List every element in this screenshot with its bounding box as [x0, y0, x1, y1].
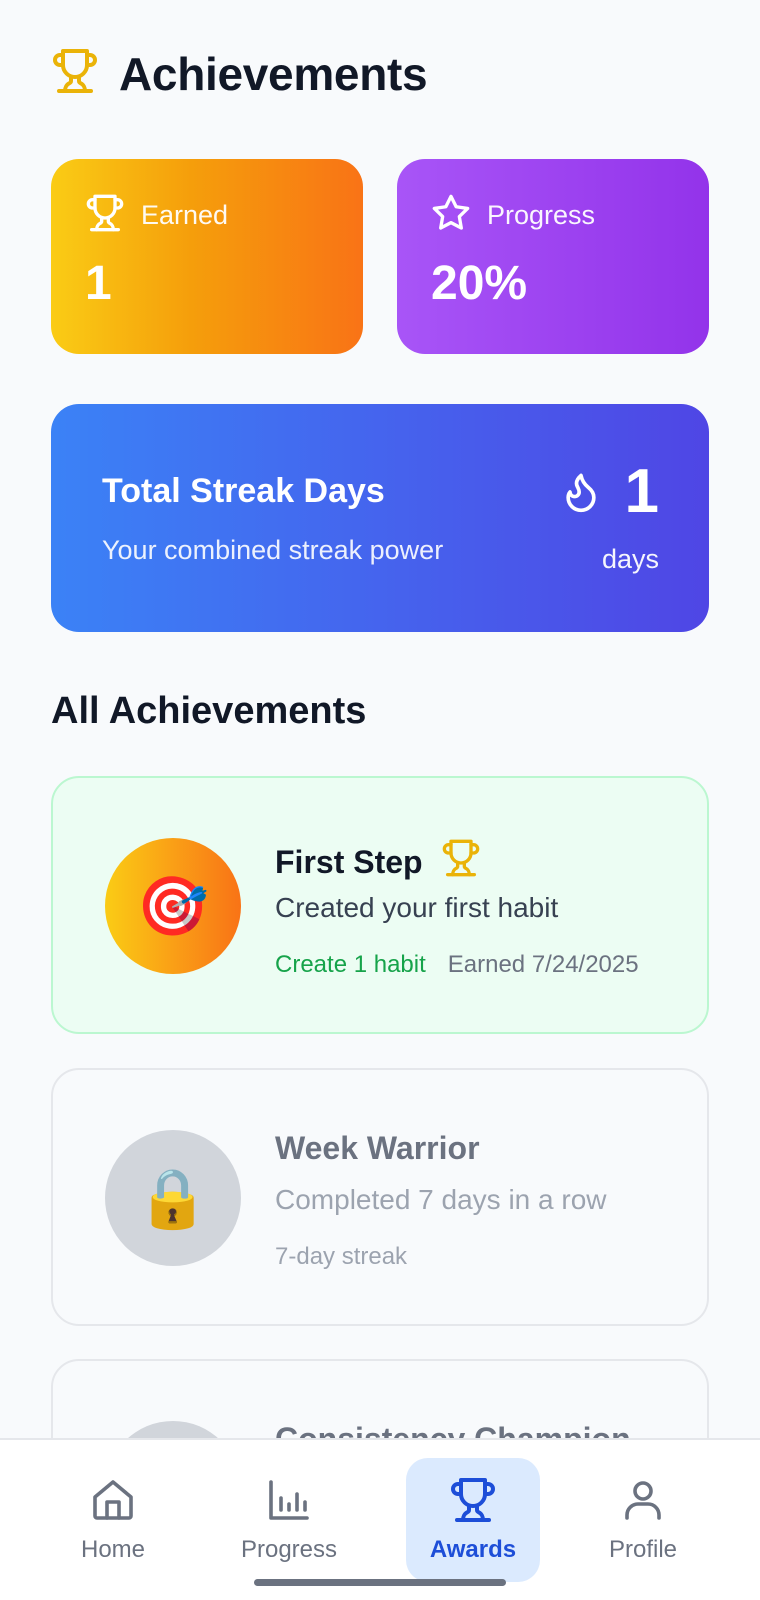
nav-profile-label: Profile	[608, 1536, 678, 1563]
streak-subtitle: Your combined streak power	[102, 535, 444, 565]
streak-title: Total Streak Days	[102, 472, 385, 510]
achievement-meta: 7-day streak	[275, 1243, 407, 1271]
streak-unit: days	[601, 544, 659, 574]
achievement-card-first-step[interactable]: 🎯 First Step Created your first habit Cr…	[51, 776, 709, 1034]
nav-home[interactable]: Home	[46, 1458, 180, 1582]
nav-awards[interactable]: Awards	[406, 1458, 540, 1582]
flame-icon	[566, 473, 596, 513]
achievement-title-text: First Step	[275, 843, 423, 880]
earned-label: Earned	[141, 200, 229, 230]
streak-value: 1	[624, 457, 659, 526]
achievements-screen: Achievements Earned 1 Progress 20% Total…	[0, 0, 760, 1600]
bar-chart-icon	[269, 1480, 309, 1520]
achievement-description: Created your first habit	[275, 892, 559, 923]
nav-home-label: Home	[80, 1536, 146, 1563]
achievement-earned-date: Earned 7/24/2025	[447, 951, 639, 978]
trophy-icon	[85, 193, 125, 238]
nav-awards-label: Awards	[429, 1536, 517, 1563]
page-header: Achievements	[51, 46, 428, 101]
achievement-title: Week Warrior	[275, 1130, 480, 1167]
achievement-requirement: 7-day streak	[275, 1243, 408, 1270]
nav-profile[interactable]: Profile	[576, 1458, 710, 1582]
earned-value: 1	[85, 257, 112, 310]
star-icon	[431, 193, 471, 238]
nav-progress-label: Progress	[240, 1536, 338, 1563]
progress-value: 20%	[431, 257, 528, 310]
bottom-nav: Home Progress Awards Profile	[0, 1438, 760, 1600]
progress-label: Progress	[487, 200, 596, 230]
user-icon	[625, 1481, 661, 1520]
home-indicator[interactable]	[254, 1579, 506, 1586]
nav-progress[interactable]: Progress	[222, 1458, 356, 1582]
earned-stat-card: Earned 1	[51, 159, 363, 354]
achievement-meta: Create 1 habit Earned 7/24/2025	[275, 951, 639, 979]
target-icon: 🎯	[105, 838, 241, 974]
trophy-icon	[451, 1478, 495, 1522]
achievement-title-text: Week Warrior	[275, 1130, 480, 1166]
trophy-icon	[51, 46, 99, 101]
home-icon	[93, 1480, 133, 1520]
achievement-requirement: Create 1 habit	[275, 951, 426, 978]
achievement-title: First Step	[275, 838, 481, 886]
page-title: Achievements	[119, 47, 428, 100]
lock-icon: 🔒	[105, 1130, 241, 1266]
section-title: All Achievements	[51, 690, 367, 732]
trophy-icon	[441, 838, 481, 886]
total-streak-card: Total Streak Days Your combined streak p…	[51, 404, 709, 632]
progress-stat-card: Progress 20%	[397, 159, 709, 354]
achievement-description: Completed 7 days in a row	[275, 1184, 607, 1215]
achievement-card-week-warrior[interactable]: 🔒 Week Warrior Completed 7 days in a row…	[51, 1068, 709, 1326]
